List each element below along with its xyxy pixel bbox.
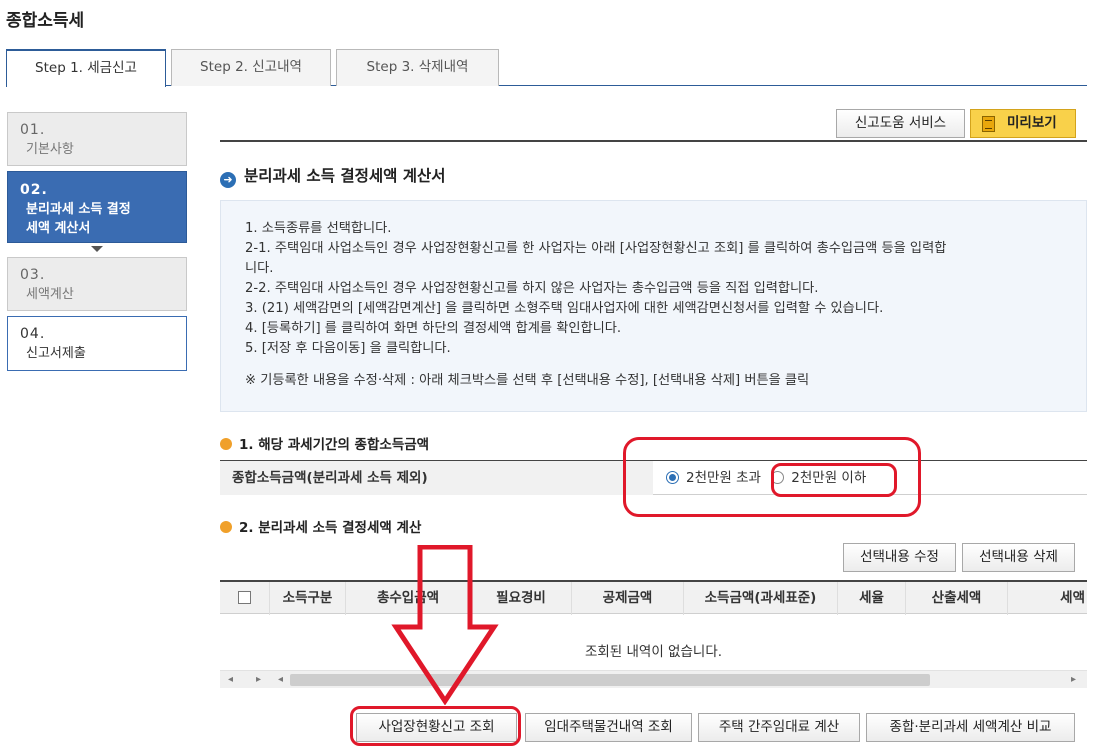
tab-step3-deleted-history[interactable]: Step 3. 삭제내역 bbox=[336, 49, 499, 86]
highlight-box bbox=[771, 463, 897, 497]
step-label: 기본사항 bbox=[26, 142, 74, 157]
highlight-box bbox=[350, 706, 521, 746]
horizontal-scrollbar[interactable]: ◂ ▸ ◂ ▸ bbox=[220, 670, 1087, 688]
arrow-circle-icon: ➜ bbox=[220, 172, 236, 188]
preview-button[interactable]: 미리보기 bbox=[970, 109, 1076, 138]
step-label-line2: 세액 계산서 bbox=[26, 221, 91, 236]
step-label: 세액계산 bbox=[26, 287, 74, 302]
step-label: 분리과세 소득 결정 bbox=[26, 202, 131, 217]
page-title: 종합소득세 bbox=[6, 11, 85, 31]
sidebar-step-tax-calc[interactable]: 03. 세액계산 bbox=[7, 257, 187, 311]
edit-selected-button[interactable]: 선택내용 수정 bbox=[843, 543, 956, 572]
document-icon bbox=[982, 116, 995, 132]
total-income-label: 종합소득금액(분리과세 소득 제외) bbox=[220, 461, 653, 495]
column-header: 소득금액(과세표준) bbox=[684, 582, 838, 615]
sidebar-step-submit[interactable]: 04. 신고서제출 bbox=[7, 316, 187, 371]
column-header: 소득구분 bbox=[270, 582, 346, 615]
step-label: 신고서제출 bbox=[26, 346, 86, 361]
header-divider bbox=[220, 140, 1087, 142]
delete-selected-button[interactable]: 선택내용 삭제 bbox=[962, 543, 1075, 572]
step-number: 03. bbox=[20, 267, 46, 283]
instruction-line: 3. (21) 세액감면의 [세액감면계산] 을 클릭하면 소형주택 임대사업자… bbox=[245, 301, 884, 316]
instruction-note: ※ 기등록한 내용을 수정·삭제 : 아래 체크박스를 선택 후 [선택내용 수… bbox=[245, 373, 810, 388]
tax-section-title: 2. 분리과세 소득 결정세액 계산 bbox=[220, 516, 421, 536]
bullet-icon bbox=[220, 438, 232, 450]
tax-calc-table: 소득구분 총수입금액 필요경비 공제금액 소득금액(과세표준) 세율 산출세액 … bbox=[220, 580, 1087, 692]
down-arrow-icon bbox=[391, 545, 499, 705]
tab-bar: Step 1. 세금신고 Step 2. 신고내역 Step 3. 삭제내역 bbox=[6, 49, 1087, 87]
step-number: 02. bbox=[20, 182, 48, 198]
select-all-checkbox[interactable] bbox=[238, 591, 251, 604]
instruction-line: 2-2. 주택임대 사업소득인 경우 사업장현황신고를 하지 않은 사업자는 총… bbox=[245, 281, 819, 296]
tab-step1-tax-filing[interactable]: Step 1. 세금신고 bbox=[6, 49, 166, 87]
deemed-rent-calc-button[interactable]: 주택 간주임대료 계산 bbox=[698, 713, 860, 742]
instruction-line: 5. [저장 후 다음이동] 을 클릭합니다. bbox=[245, 341, 451, 356]
step-number: 04. bbox=[20, 326, 46, 342]
column-header: 공제금액 bbox=[572, 582, 684, 615]
scroll-right-icon[interactable]: ▸ bbox=[1071, 674, 1076, 686]
bullet-icon bbox=[220, 521, 232, 533]
instruction-line: 2-1. 주택임대 사업소득인 경우 사업장현황신고를 한 사업자는 아래 [사… bbox=[245, 241, 947, 256]
preview-label: 미리보기 bbox=[1007, 115, 1057, 131]
filing-help-button[interactable]: 신고도움 서비스 bbox=[836, 109, 965, 138]
select-all-cell bbox=[220, 582, 270, 615]
column-header: 세율 bbox=[838, 582, 906, 615]
sidebar-step-separate-tax-calc[interactable]: 02. 분리과세 소득 결정 세액 계산서 bbox=[7, 171, 187, 243]
income-section-title-text: 1. 해당 과세기간의 종합소득금액 bbox=[239, 437, 430, 453]
sidebar-step-basic-info[interactable]: 01. 기본사항 bbox=[7, 112, 187, 166]
section-title-text: 분리과세 소득 결정세액 계산서 bbox=[244, 167, 446, 185]
column-header: 산출세액 bbox=[906, 582, 1008, 615]
table-header: 소득구분 총수입금액 필요경비 공제금액 소득금액(과세표준) 세율 산출세액 … bbox=[220, 580, 1087, 615]
step-number: 01. bbox=[20, 122, 46, 138]
section-title: ➜ 분리과세 소득 결정세액 계산서 bbox=[220, 164, 446, 188]
tax-compare-button[interactable]: 종합·분리과세 세액계산 비교 bbox=[866, 713, 1075, 742]
column-header: 세액 bbox=[1060, 590, 1085, 606]
scroll-thumb[interactable] bbox=[290, 674, 930, 686]
income-section-title: 1. 해당 과세기간의 종합소득금액 bbox=[220, 433, 429, 453]
instruction-line: 4. [등록하기] 를 클릭하여 화면 하단의 결정세액 합계를 확인합니다. bbox=[245, 321, 622, 336]
scroll-left-icon[interactable]: ▸ bbox=[256, 674, 261, 686]
instruction-line: 니다. bbox=[245, 261, 274, 276]
tax-section-title-text: 2. 분리과세 소득 결정세액 계산 bbox=[239, 520, 422, 536]
instructions-box: 1. 소득종류를 선택합니다. 2-1. 주택임대 사업소득인 경우 사업장현황… bbox=[220, 200, 1087, 412]
step-down-arrow-icon bbox=[91, 246, 103, 252]
instruction-line: 1. 소득종류를 선택합니다. bbox=[245, 221, 392, 236]
rental-property-lookup-button[interactable]: 임대주택물건내역 조회 bbox=[525, 713, 692, 742]
scroll-first-icon[interactable]: ◂ bbox=[228, 674, 233, 686]
tab-step2-filing-history[interactable]: Step 2. 신고내역 bbox=[171, 49, 331, 86]
empty-message: 조회된 내역이 없습니다. bbox=[584, 644, 723, 660]
scroll-left-icon[interactable]: ◂ bbox=[278, 674, 283, 686]
